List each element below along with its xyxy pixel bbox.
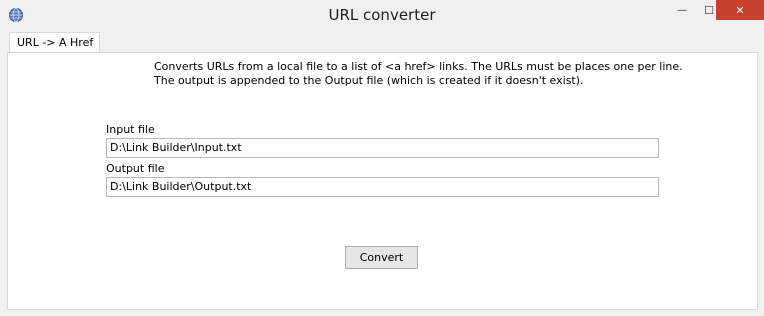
app-window: URL converter — ☐ ✕ URL -> A Href Conver…: [0, 0, 764, 316]
tab-strip: URL -> A Href: [6, 31, 759, 53]
input-file-label: Input file: [106, 123, 155, 136]
title-bar[interactable]: URL converter — ☐ ✕: [0, 0, 764, 30]
output-file-label: Output file: [106, 162, 165, 175]
tab-url-to-a-href[interactable]: URL -> A Href: [9, 32, 100, 53]
maximize-icon: ☐: [704, 3, 714, 17]
input-file-field[interactable]: D:\Link Builder\Input.txt: [106, 138, 659, 158]
minimize-icon: —: [677, 4, 687, 16]
close-button[interactable]: ✕: [716, 0, 764, 20]
window-title: URL converter: [328, 6, 436, 24]
close-icon: ✕: [735, 3, 745, 17]
tab-panel: Converts URLs from a local file to a lis…: [7, 52, 758, 310]
minimize-button[interactable]: —: [668, 0, 696, 20]
output-file-field[interactable]: D:\Link Builder\Output.txt: [106, 177, 659, 197]
convert-button[interactable]: Convert: [345, 246, 418, 269]
description-text: Converts URLs from a local file to a lis…: [154, 60, 683, 87]
